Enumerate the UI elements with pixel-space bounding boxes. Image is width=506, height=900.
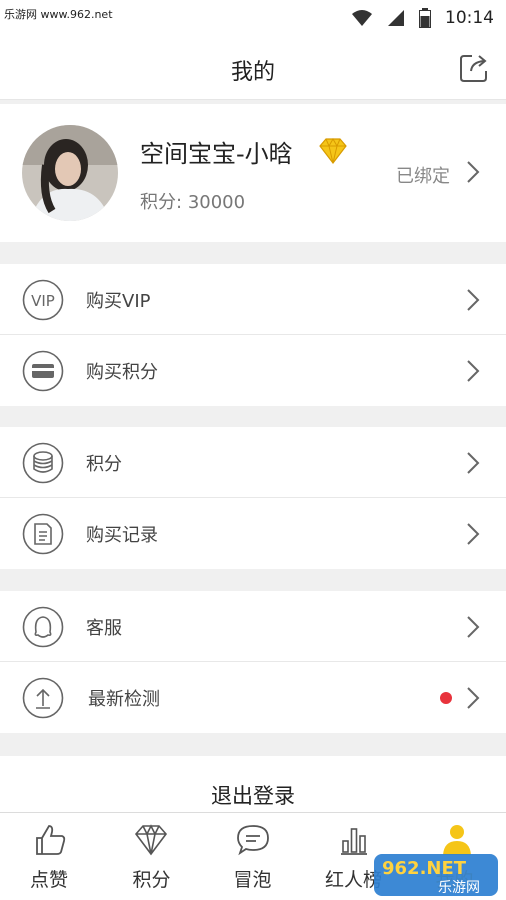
- menu-item-purchase-records[interactable]: 购买记录: [0, 498, 506, 569]
- vip-icon: VIP: [22, 279, 64, 321]
- menu-item-label: 购买记录: [86, 525, 158, 546]
- chevron-right-icon: [467, 289, 480, 311]
- menu-item-check-update[interactable]: 最新检测: [0, 662, 506, 733]
- diamond-icon: [134, 824, 168, 856]
- tab-points[interactable]: 积分: [101, 813, 202, 900]
- tab-bubbles[interactable]: 冒泡: [202, 813, 303, 900]
- profile-card[interactable]: 空间宝宝-小晗 积分: 30000 已绑定: [0, 104, 506, 242]
- thumbs-up-icon: [36, 825, 66, 855]
- menu-item-customer-service[interactable]: 客服: [0, 591, 506, 662]
- customer-service-icon: [22, 606, 64, 648]
- status-time: 10:14: [445, 8, 494, 28]
- chevron-right-icon: [467, 687, 480, 709]
- menu-item-buy-points[interactable]: 购买积分: [0, 335, 506, 406]
- logo-text: 962.NET: [382, 858, 467, 879]
- battery-icon: [419, 8, 431, 28]
- site-logo-watermark: 962.NET 乐游网: [374, 854, 498, 896]
- site-watermark-text: 乐游网 www.962.net: [4, 8, 113, 21]
- logout-button[interactable]: 退出登录: [0, 756, 506, 814]
- share-out-icon[interactable]: [458, 52, 490, 84]
- username: 空间宝宝-小晗: [140, 140, 293, 168]
- points-label: 积分:: [140, 192, 183, 213]
- svg-text:VIP: VIP: [31, 292, 55, 310]
- bar-chart-icon: [341, 828, 367, 855]
- logo-subtext: 乐游网: [438, 880, 480, 896]
- menu-item-points[interactable]: 积分: [0, 427, 506, 498]
- top-nav-bar: 我的: [0, 38, 506, 100]
- menu-item-label: 客服: [86, 618, 122, 639]
- tab-label: 点赞: [30, 869, 69, 891]
- chevron-right-icon: [467, 452, 480, 474]
- avatar[interactable]: [22, 125, 118, 221]
- chevron-right-icon: [467, 360, 480, 382]
- points-value: 30000: [187, 192, 246, 213]
- menu-item-label: 购买VIP: [86, 291, 151, 312]
- document-icon: [22, 513, 64, 555]
- tab-label: 冒泡: [233, 869, 272, 891]
- status-icons: 10:14: [351, 8, 494, 28]
- coins-icon: [22, 442, 64, 484]
- logout-label: 退出登录: [211, 784, 295, 808]
- menu-group-support: 客服 最新检测: [0, 591, 506, 733]
- chevron-right-icon: [467, 161, 480, 183]
- bound-status: 已绑定: [396, 166, 450, 187]
- tab-likes[interactable]: 点赞: [0, 813, 101, 900]
- diamond-icon: [319, 138, 347, 164]
- points-line: 积分: 30000: [140, 188, 245, 214]
- wifi-icon: [352, 10, 372, 26]
- chat-bubble-icon: [237, 825, 269, 856]
- menu-item-buy-vip[interactable]: VIP 购买VIP: [0, 264, 506, 335]
- page-title: 我的: [230, 60, 275, 85]
- avatar-image: [22, 125, 118, 221]
- card-icon: [22, 350, 64, 392]
- menu-item-label: 最新检测: [88, 689, 160, 710]
- tab-label: 积分: [132, 869, 171, 891]
- menu-group-purchase: VIP 购买VIP 购买积分: [0, 264, 506, 406]
- notification-dot: [440, 692, 452, 704]
- status-bar: 乐游网 www.962.net 10:14: [0, 0, 506, 38]
- chevron-right-icon: [467, 616, 480, 638]
- menu-item-label: 购买积分: [86, 362, 158, 383]
- menu-group-records: 积分 购买记录: [0, 427, 506, 569]
- chevron-right-icon: [467, 523, 480, 545]
- upload-icon: [22, 677, 64, 719]
- signal-icon: [388, 10, 404, 26]
- menu-item-label: 积分: [86, 454, 122, 475]
